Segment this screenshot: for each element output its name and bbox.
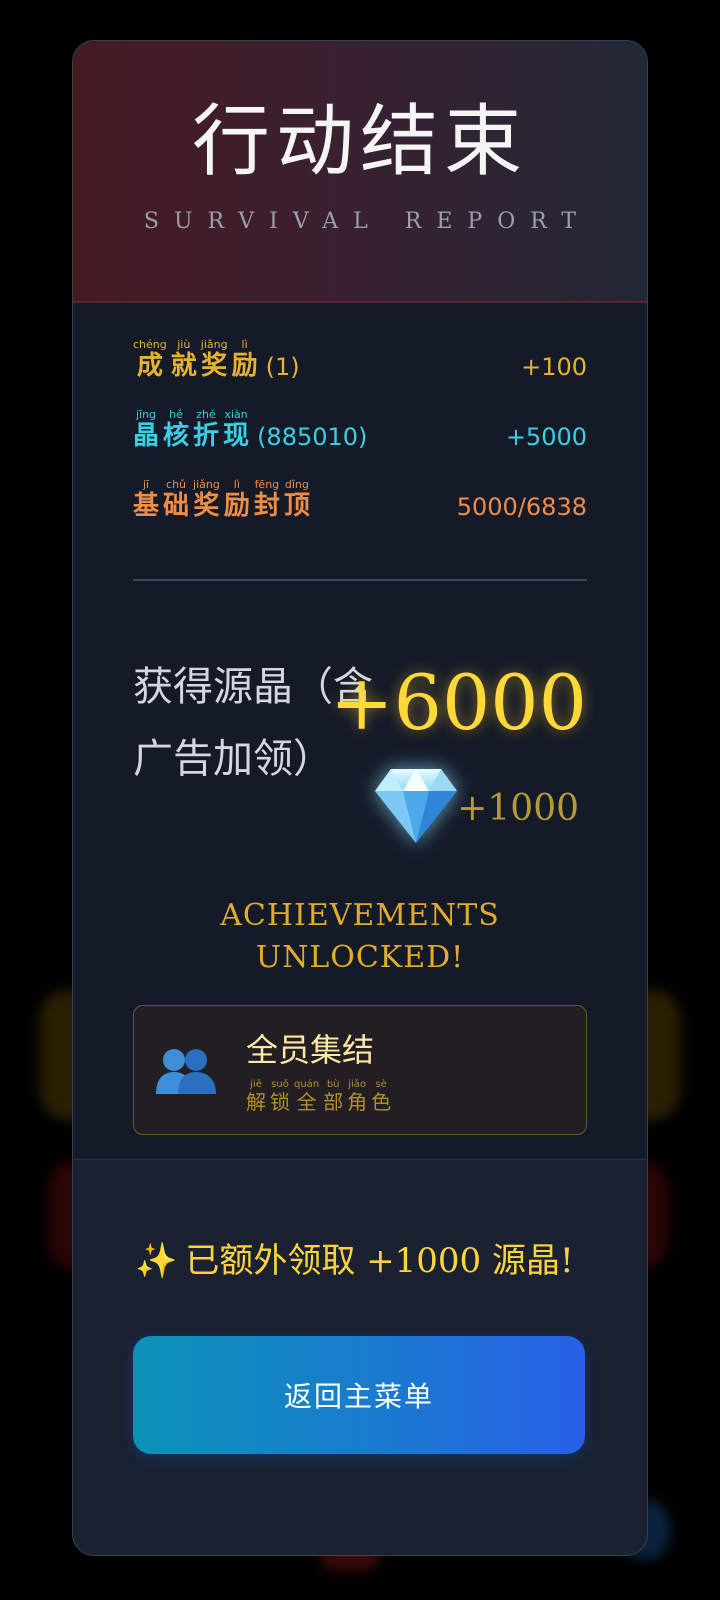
hanzi: 晶 (133, 421, 160, 451)
hanzi: 励 (231, 351, 258, 381)
sparkles-icon: ✨ (135, 1241, 178, 1281)
pinyin: sè (375, 1079, 387, 1090)
reward-bonus: +1000 (457, 788, 579, 829)
total-reward: 获得源晶（含广告加领） +6000 +1000 (73, 581, 647, 881)
ruby-char: chǔ 础 (163, 479, 189, 519)
achievement-reward-row: chéng 成 jiù 就 jiǎng 奖 lì 励 (1) +100 (133, 309, 587, 379)
dialog-header: 行动结束 SURVIVAL REPORT (73, 41, 647, 303)
ruby-char: lì 励 (232, 339, 258, 379)
ruby-char: jiǎng 奖 (201, 339, 228, 379)
hanzi: 奖 (193, 491, 220, 521)
ruby-char: jiǎng 奖 (193, 479, 220, 519)
survival-report-dialog: 行动结束 SURVIVAL REPORT chéng 成 jiù 就 jiǎng 奖 lì 励… (72, 40, 648, 1556)
ruby-char: zhé 折 (193, 409, 219, 449)
hanzi: 解 (246, 1090, 266, 1114)
ruby-char: jiǎo 角 (347, 1079, 368, 1114)
ruby-char: fēng 封 (254, 479, 280, 519)
reward-amount: +6000 (329, 658, 587, 747)
ruby-char: chéng 成 (133, 339, 167, 379)
extra-claim-text: 已额外领取 +1000 源晶! (185, 1241, 574, 1281)
pinyin: bù (326, 1079, 340, 1090)
hanzi: 角 (347, 1090, 368, 1114)
hanzi: 础 (163, 491, 190, 521)
achievements-title: ACHIEVEMENTS UNLOCKED! (220, 898, 500, 975)
row-value: +100 (521, 353, 587, 381)
hanzi: 就 (170, 351, 197, 381)
ruby-char: dǐng 顶 (284, 479, 310, 519)
pinyin: dǐng (284, 478, 309, 491)
pinyin: jiǎng (193, 478, 220, 491)
reward-breakdown: chéng 成 jiù 就 jiǎng 奖 lì 励 (1) +100 jīng 晶 hé 核 zhé 折 xi… (73, 303, 647, 519)
row-label: jīng 晶 hé 核 zhé 折 xiàn 现 (885010) (133, 409, 367, 449)
hanzi: 全 (296, 1090, 317, 1114)
ruby-char: jiě 解 (246, 1079, 266, 1114)
row-label: jī 基 chǔ 础 jiǎng 奖 lì 励 fēng 封 dǐng 顶 (133, 479, 314, 519)
pinyin: lì (233, 478, 240, 491)
hanzi: 色 (371, 1090, 392, 1114)
hanzi: 折 (193, 421, 220, 451)
pinyin: zhé (196, 408, 216, 421)
row-value: +5000 (505, 423, 587, 451)
dialog-footer: ✨ 已额外领取 +1000 源晶! 返回主菜单 (73, 1159, 647, 1555)
dialog-title: 行动结束 (191, 97, 528, 187)
hanzi: 奖 (201, 351, 228, 381)
ruby-char: bù 部 (323, 1079, 344, 1114)
hanzi: 部 (323, 1090, 344, 1114)
ruby-char: jiù 就 (171, 339, 197, 379)
pinyin: jiù (177, 338, 191, 351)
dialog-subtitle: SURVIVAL REPORT (143, 209, 592, 234)
achievement-card: 全员集结 jiě 解 suǒ 锁 quán 全 bù 部 jiǎo 角 sè 色 (133, 1005, 587, 1135)
row-count: (885010) (257, 423, 368, 451)
ruby-char: suǒ 锁 (270, 1079, 290, 1114)
group-people-icon (156, 1049, 216, 1094)
pinyin: jiě (250, 1079, 262, 1090)
base-reward-cap-row: jī 基 chǔ 础 jiǎng 奖 lì 励 fēng 封 dǐng 顶 5000/6838 (133, 449, 587, 519)
row-count: (1) (265, 353, 300, 381)
ruby-char: sè 色 (371, 1079, 392, 1114)
pinyin: chǔ (166, 478, 187, 491)
hanzi: 顶 (283, 491, 310, 521)
pinyin: xiàn (224, 408, 248, 421)
hanzi: 锁 (270, 1090, 290, 1114)
pinyin: chéng (133, 338, 167, 351)
hanzi: 现 (223, 421, 250, 451)
pinyin: jiǎng (200, 338, 228, 351)
hanzi: 成 (136, 351, 163, 381)
hanzi: 基 (133, 491, 160, 521)
pinyin: jiǎo (348, 1079, 367, 1090)
hanzi: 励 (223, 491, 250, 521)
extra-claim-message: ✨ 已额外领取 +1000 源晶! (135, 1244, 574, 1278)
ruby-char: quán 全 (294, 1079, 320, 1114)
pinyin: lì (241, 338, 248, 351)
diamond-icon (375, 769, 457, 843)
ruby-char: jīng 晶 (133, 409, 159, 449)
ruby-char: jī 基 (133, 479, 159, 519)
ruby-char: lì 励 (224, 479, 250, 519)
ruby-char: xiàn 现 (223, 409, 249, 449)
pinyin: quán (294, 1079, 320, 1090)
pinyin: jī (142, 478, 150, 491)
achievement-description: jiě 解 suǒ 锁 quán 全 bù 部 jiǎo 角 sè 色 (246, 1079, 395, 1114)
ruby-char: hé 核 (163, 409, 189, 449)
back-to-main-menu-button[interactable]: 返回主菜单 (133, 1336, 585, 1454)
pinyin: fēng (254, 478, 280, 491)
hanzi: 封 (253, 491, 280, 521)
row-value: 5000/6838 (456, 493, 587, 521)
pinyin: suǒ (271, 1079, 289, 1090)
crystal-core-cashout-row: jīng 晶 hé 核 zhé 折 xiàn 现 (885010) +5000 (133, 379, 587, 449)
row-label: chéng 成 jiù 就 jiǎng 奖 lì 励 (1) (133, 339, 300, 379)
achievement-name: 全员集结 (246, 1031, 375, 1069)
pinyin: jīng (135, 408, 157, 421)
pinyin: hé (169, 408, 183, 421)
hanzi: 核 (163, 421, 190, 451)
